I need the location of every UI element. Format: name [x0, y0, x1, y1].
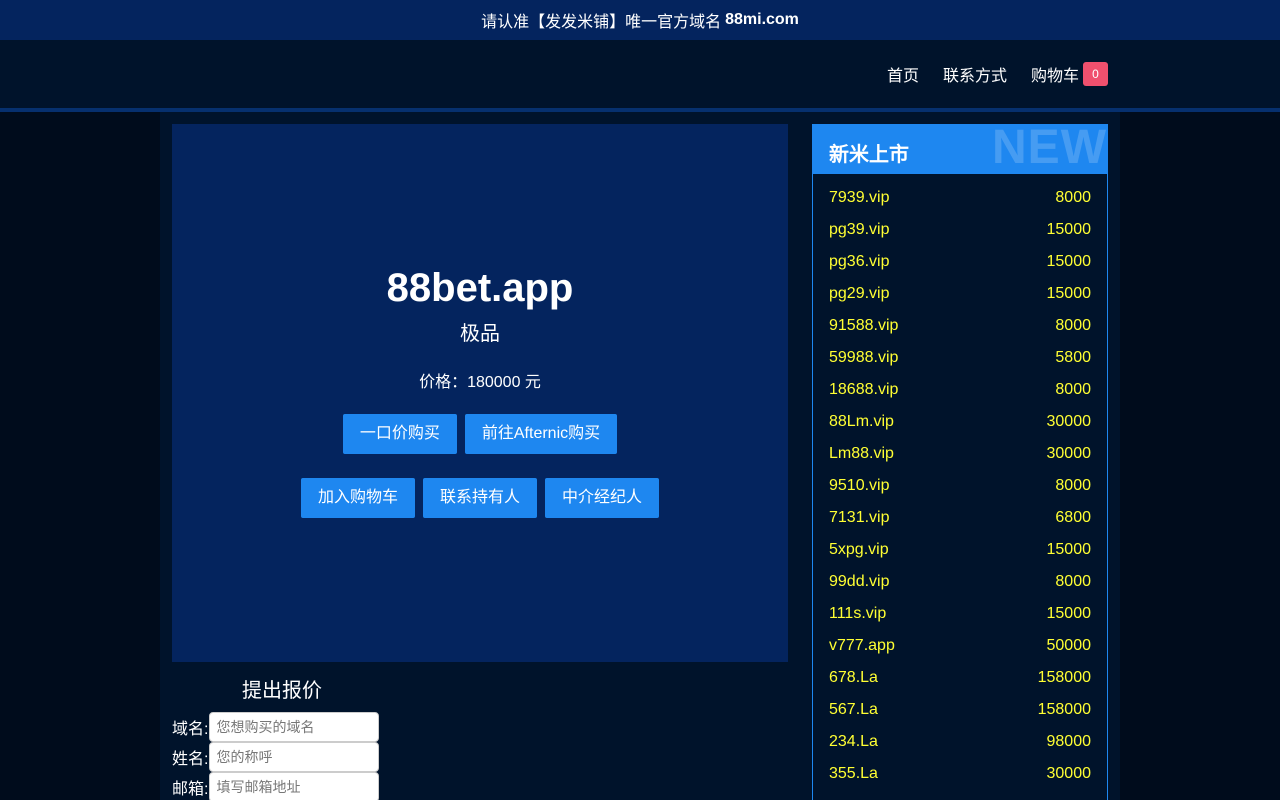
- domain-list-item[interactable]: 18688.vip 8000: [813, 374, 1107, 406]
- nav-contact-link[interactable]: 联系方式: [943, 62, 1007, 86]
- domain-list-item-price: 15000: [1046, 221, 1092, 238]
- domain-list-item-name: 7131.vip: [829, 509, 890, 526]
- domain-list-item[interactable]: 678.La 158000: [813, 662, 1107, 694]
- offer-domain-input[interactable]: [209, 712, 380, 742]
- domain-list-item-name: 18688.vip: [829, 381, 899, 398]
- domain-list-item-name: 7939.vip: [829, 189, 890, 206]
- primary-button-row: 一口价购买 前往Afternic购买: [172, 414, 788, 454]
- contact-owner-button[interactable]: 联系持有人: [422, 478, 537, 518]
- offer-name-row: 姓名:: [172, 742, 380, 772]
- domain-list-item-name: pg39.vip: [829, 221, 890, 238]
- domain-list-item[interactable]: 7131.vip 6800: [813, 502, 1107, 534]
- domain-list-item-price: 30000: [1046, 413, 1092, 430]
- domain-list-item[interactable]: 9510.vip 8000: [813, 470, 1107, 502]
- domain-list-item-name: 234.La: [829, 733, 878, 750]
- domain-list-item-price: 8000: [1055, 189, 1091, 206]
- domain-list-item-name: 567.La: [829, 701, 878, 718]
- domain-list-item-name: pg29.vip: [829, 285, 890, 302]
- domain-list-item-name: 88Lm.vip: [829, 413, 894, 430]
- offer-domain-row: 域名:: [172, 712, 380, 742]
- afternic-buy-button[interactable]: 前往Afternic购买: [464, 414, 618, 454]
- nav-cart-link[interactable]: 购物车 0: [1031, 62, 1108, 86]
- offer-email-row: 邮箱:: [172, 772, 380, 800]
- domain-list-item-price: 158000: [1037, 669, 1091, 686]
- buy-now-button[interactable]: 一口价购买: [342, 414, 457, 454]
- sidebar-header: 新米上市 NEW: [813, 125, 1107, 174]
- sidebar-new-watermark: NEW: [992, 125, 1107, 174]
- offer-email-input[interactable]: [209, 772, 380, 800]
- domain-list-item-name: 59988.vip: [829, 349, 899, 366]
- domain-list-item-price: 8000: [1055, 477, 1091, 494]
- domain-list-item-price: 30000: [1046, 765, 1092, 782]
- offer-email-label: 邮箱:: [172, 781, 209, 798]
- domain-list-item[interactable]: v777.app 50000: [813, 630, 1107, 662]
- domain-list-item-name: 5xpg.vip: [829, 541, 889, 558]
- hero-price: 价格：180000 元: [419, 374, 541, 391]
- nav-cart-label: 购物车: [1030, 68, 1079, 85]
- domain-list-item-name: 91588.vip: [829, 317, 899, 334]
- domain-list-item-name: 355.La: [829, 765, 878, 782]
- navbar: 首页 联系方式 购物车 0: [0, 40, 1280, 112]
- domain-list-item[interactable]: 567.La 158000: [813, 694, 1107, 726]
- domain-list-item-name: 111s.vip: [829, 605, 887, 622]
- domain-list-item-name: Lm88.vip: [829, 445, 894, 462]
- domain-list-item-price: 98000: [1046, 733, 1092, 750]
- add-to-cart-button[interactable]: 加入购物车: [300, 478, 415, 518]
- domain-list-item-price: 15000: [1046, 285, 1092, 302]
- domain-list-item[interactable]: pg29.vip 15000: [813, 278, 1107, 310]
- hero-domain-tag: 极品: [460, 323, 500, 345]
- notice-official-domain: 88mi.com: [725, 11, 799, 28]
- domain-list-item-price: 50000: [1046, 637, 1092, 654]
- nav-home-link[interactable]: 首页: [887, 62, 919, 86]
- offer-name-input[interactable]: [209, 742, 380, 772]
- new-domain-list: 7939.vip 8000 pg39.vip 15000 pg36.vip 15000 pg…: [813, 174, 1107, 790]
- offer-domain-label: 域名:: [172, 721, 209, 738]
- domain-list-item-price: 15000: [1046, 253, 1092, 270]
- domain-list-item-price: 15000: [1046, 541, 1092, 558]
- notice-text: 请认准【发发米铺】唯一官方域名: [481, 14, 722, 31]
- domain-hero-panel: 88bet.app 极品 价格：180000 元 一口价购买 前往Afterni…: [172, 124, 788, 662]
- cart-count-badge: 0: [1083, 62, 1108, 86]
- main-container: 88bet.app 极品 价格：180000 元 一口价购买 前往Afterni…: [160, 112, 1120, 800]
- broker-button[interactable]: 中介经纪人: [545, 478, 660, 518]
- domain-list-item[interactable]: 99dd.vip 8000: [813, 566, 1107, 598]
- domain-list-item-price: 8000: [1055, 381, 1091, 398]
- domain-list-item-price: 6800: [1055, 509, 1091, 526]
- domain-list-item[interactable]: Lm88.vip 30000: [813, 438, 1107, 470]
- domain-list-item[interactable]: 88Lm.vip 30000: [813, 406, 1107, 438]
- domain-list-item-price: 15000: [1046, 605, 1092, 622]
- nav-links: 首页 联系方式 购物车 0: [887, 40, 1108, 108]
- domain-list-item-name: v777.app: [829, 637, 895, 654]
- domain-list-item-price: 8000: [1055, 317, 1091, 334]
- offer-name-label: 姓名:: [172, 751, 209, 768]
- domain-list-item[interactable]: 5xpg.vip 15000: [813, 534, 1107, 566]
- top-notice-bar: 请认准【发发米铺】唯一官方域名 88mi.com: [0, 0, 1280, 40]
- domain-list-item[interactable]: 355.La 30000: [813, 758, 1107, 790]
- domain-list-item[interactable]: 234.La 98000: [813, 726, 1107, 758]
- domain-list-item-price: 8000: [1055, 573, 1091, 590]
- domain-list-item-name: pg36.vip: [829, 253, 890, 270]
- sidebar-title: 新米上市: [829, 144, 909, 166]
- domain-list-item[interactable]: 111s.vip 15000: [813, 598, 1107, 630]
- domain-list-item[interactable]: 59988.vip 5800: [813, 342, 1107, 374]
- domain-list-item-name: 99dd.vip: [829, 573, 890, 590]
- domain-list-item-price: 30000: [1046, 445, 1092, 462]
- domain-list-item-price: 5800: [1055, 349, 1091, 366]
- domain-list-item[interactable]: pg39.vip 15000: [813, 214, 1107, 246]
- offer-form-title: 提出报价: [242, 680, 322, 702]
- domain-list-item[interactable]: 91588.vip 8000: [813, 310, 1107, 342]
- domain-list-item[interactable]: pg36.vip 15000: [813, 246, 1107, 278]
- domain-list-item-name: 9510.vip: [829, 477, 890, 494]
- domain-list-item[interactable]: 7939.vip 8000: [813, 182, 1107, 214]
- new-domains-sidebar: 新米上市 NEW 7939.vip 8000 pg39.vip 15000 pg36.v…: [812, 124, 1108, 800]
- hero-domain-name: 88bet.app: [386, 266, 574, 310]
- domain-list-item-price: 158000: [1037, 701, 1091, 718]
- secondary-button-row: 加入购物车 联系持有人 中介经纪人: [172, 478, 788, 518]
- domain-list-item-name: 678.La: [829, 669, 878, 686]
